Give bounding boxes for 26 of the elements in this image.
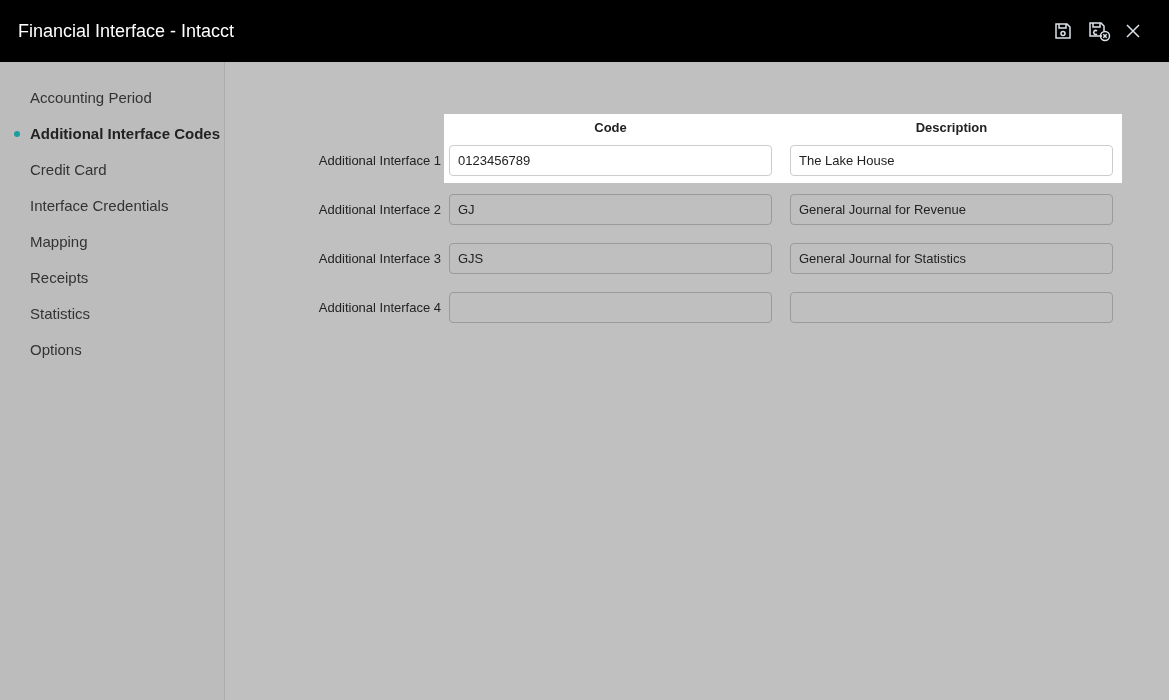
save-close-icon[interactable] — [1087, 20, 1111, 42]
description-field[interactable]: The Lake House — [790, 145, 1113, 176]
description-field[interactable]: General Journal for Statistics — [790, 243, 1113, 274]
window-title: Financial Interface - Intacct — [18, 19, 236, 43]
close-icon[interactable] — [1125, 23, 1141, 39]
save-icon[interactable] — [1053, 21, 1073, 41]
sidebar-item[interactable]: Options — [30, 338, 82, 362]
sidebar-item[interactable]: Receipts — [30, 266, 89, 290]
code-field[interactable]: GJ — [449, 194, 772, 225]
row-label: Additional Interface 3 — [318, 249, 441, 268]
row-label: Additional Interface 1 — [318, 151, 441, 170]
row-label: Additional Interface 2 — [318, 200, 441, 219]
description-field[interactable] — [790, 292, 1113, 323]
row-label: Additional Interface 4 — [318, 298, 441, 317]
description-field[interactable]: General Journal for Revenue — [790, 194, 1113, 225]
column-header: Description — [915, 119, 988, 137]
sidebar-item[interactable]: Accounting Period — [30, 86, 152, 110]
sidebar-item[interactable]: Mapping — [30, 230, 88, 254]
sidebar-item[interactable]: Statistics — [30, 302, 90, 326]
sidebar-item[interactable]: Credit Card — [30, 158, 107, 182]
sidebar-item[interactable]: Additional Interface Codes — [30, 122, 221, 146]
code-field[interactable]: 0123456789 — [449, 145, 772, 176]
column-header: Code — [594, 119, 627, 137]
sidebar-item[interactable]: Interface Credentials — [30, 194, 169, 218]
code-field[interactable]: GJS — [449, 243, 772, 274]
code-field[interactable] — [449, 292, 772, 323]
